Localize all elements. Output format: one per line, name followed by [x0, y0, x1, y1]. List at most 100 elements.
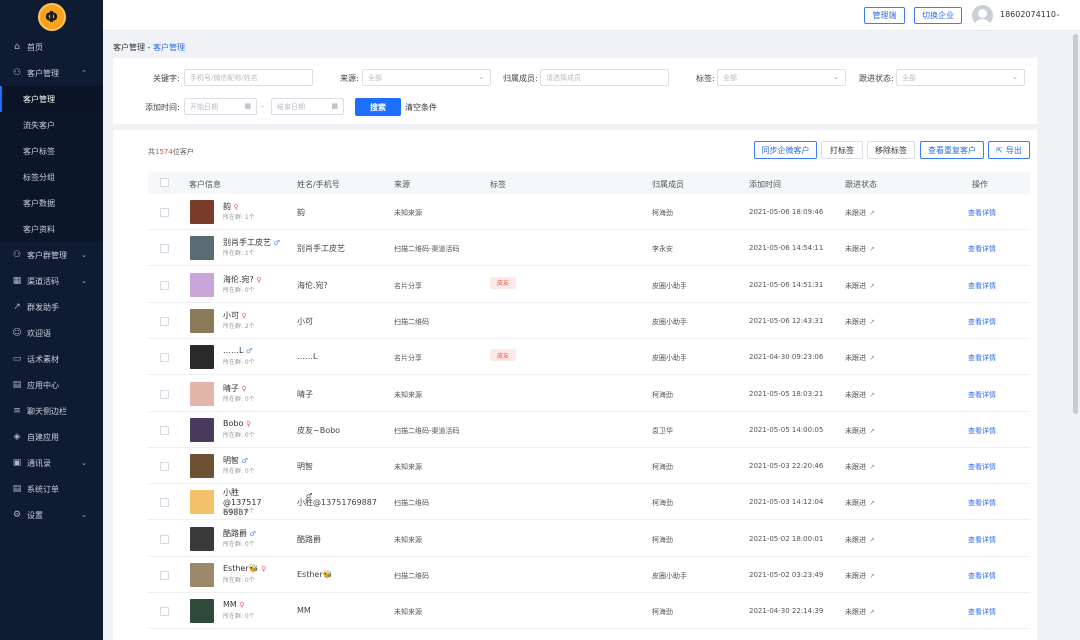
end-date-input[interactable]: 结束日期 ▦ [271, 98, 344, 115]
add-time: 2021-05-06 14:51:31 [749, 280, 824, 289]
customer-nickname[interactable]: 明智 ♂ [223, 455, 248, 466]
switch-enterprise-button[interactable]: 切换企业 [914, 7, 962, 24]
sidebar-item[interactable]: ↗ 群发助手 [0, 294, 103, 320]
view-detail-link[interactable]: 查看详情 [968, 353, 996, 363]
edit-icon[interactable]: ↗ [869, 391, 875, 399]
customer-nickname[interactable]: 别肖手工皮艺 ♂ [223, 237, 280, 248]
sidebar-item-label: 话术素材 [27, 354, 59, 364]
edit-icon[interactable]: ↗ [869, 282, 875, 290]
customer-nickname[interactable]: 韵 ♀ [223, 201, 239, 212]
table-row: 晴子 ♀ 所在群: 0个 晴子 未知来源 柯海劲 2021-05-05 18:03:21 未… [148, 376, 1030, 412]
edit-icon[interactable]: ↗ [869, 608, 875, 616]
customer-nickname[interactable]: MM ♀ [223, 600, 245, 609]
view-detail-link[interactable]: 查看详情 [968, 317, 996, 327]
view-detail-link[interactable]: 查看详情 [968, 244, 996, 254]
scrollbar[interactable] [1073, 34, 1078, 414]
row-checkbox[interactable] [160, 607, 169, 617]
breadcrumb-parent[interactable]: 客户管理 [113, 43, 145, 52]
customer-nickname[interactable]: Bobo ♀ [223, 419, 251, 428]
admin-button[interactable]: 管理端 [864, 7, 905, 24]
view-duplicates-button[interactable]: 查看重复客户 [920, 141, 984, 159]
sidebar-subitem[interactable]: 客户数据 [0, 190, 103, 216]
chevron-down-icon[interactable]: ⌄ [1055, 10, 1061, 18]
view-detail-link[interactable]: 查看详情 [968, 208, 996, 218]
row-checkbox[interactable] [160, 425, 169, 435]
add-time: 2021-05-03 22:20:46 [749, 462, 824, 471]
sidebar-item-customer-mgmt[interactable]: ⚇ 客户管理 ⌃ [0, 60, 103, 86]
view-detail-link[interactable]: 查看详情 [968, 498, 996, 508]
tag-button[interactable]: 打标签 [821, 141, 863, 159]
sidebar-item[interactable]: ▤ 系统订单 [0, 476, 103, 502]
customer-nickname[interactable]: Esther🐝 ♀ [223, 564, 266, 573]
row-checkbox[interactable] [160, 571, 169, 580]
sidebar-item-home[interactable]: ⌂ 首页 [0, 34, 103, 60]
customer-groups: 所在群: 0个 [223, 508, 255, 516]
sidebar-item[interactable]: ▦ 渠道活码 ⌄ [0, 268, 103, 294]
edit-icon[interactable]: ↗ [869, 572, 875, 580]
view-detail-link[interactable]: 查看详情 [968, 390, 996, 400]
start-date-input[interactable]: 开始日期 ▦ [184, 98, 257, 115]
customer-nickname[interactable]: 酷路爵 ♂ [223, 528, 256, 539]
edit-icon[interactable]: ↗ [869, 499, 875, 507]
view-detail-link[interactable]: 查看详情 [968, 571, 996, 581]
sidebar-subitem[interactable]: 客户资料 [0, 216, 103, 242]
cube-icon: ◈ [13, 432, 21, 442]
row-checkbox[interactable] [160, 389, 169, 399]
status-value: 全部 [902, 73, 916, 82]
sidebar-item[interactable]: ▭ 话术素材 [0, 346, 103, 372]
select-all-checkbox[interactable] [160, 178, 169, 187]
edit-icon[interactable]: ↗ [869, 209, 875, 217]
status-select[interactable]: 全部 ⌄ [896, 69, 1025, 86]
customer-nickname[interactable]: 小可 ♀ [223, 310, 247, 321]
sidebar-item[interactable]: ◈ 自建应用 [0, 424, 103, 450]
view-detail-link[interactable]: 查看详情 [968, 607, 996, 617]
row-checkbox[interactable] [160, 208, 169, 217]
edit-icon[interactable]: ↗ [869, 245, 875, 253]
sync-wecom-button[interactable]: 同步企微客户 [754, 141, 817, 159]
sidebar-item[interactable]: ⚇ 客户群管理 ⌄ [0, 242, 103, 268]
row-checkbox[interactable] [160, 353, 169, 363]
sidebar-item[interactable]: ▤ 应用中心 [0, 372, 103, 398]
table-header: 客户信息 姓名/手机号 来源 标签 归属成员 添加时间 跟进状态 操作 [148, 172, 1030, 194]
user-phone[interactable]: 18602074110 [1000, 10, 1056, 19]
keyword-input[interactable]: 手机号/微信昵称/姓名 [184, 69, 313, 86]
edit-icon[interactable]: ↗ [869, 463, 875, 471]
table-row: 别肖手工皮艺 ♂ 所在群: 1个 别肖手工皮艺 扫描二维码-渠道活码 李永安 2021-0… [148, 230, 1030, 267]
sidebar-subitem[interactable]: 标签分组 [0, 164, 103, 190]
tag-select[interactable]: 全部 ⌄ [717, 69, 846, 86]
edit-icon[interactable]: ↗ [869, 536, 875, 544]
customer-nickname[interactable]: 晴子 ♀ [223, 383, 247, 394]
view-detail-link[interactable]: 查看详情 [968, 426, 996, 436]
remove-tag-button[interactable]: 移除标签 [867, 141, 915, 159]
row-checkbox[interactable] [160, 244, 169, 254]
member-select[interactable]: 请选择成员 [540, 69, 669, 86]
customer-groups: 所在群: 0个 [223, 359, 255, 367]
sidebar-subitem[interactable]: 客户标签 [0, 138, 103, 164]
sidebar-item[interactable]: ☺ 欢迎语 [0, 320, 103, 346]
view-detail-link[interactable]: 查看详情 [968, 535, 996, 545]
row-checkbox[interactable] [160, 316, 169, 326]
sidebar-item[interactable]: ≡ 聊天侧边栏 [0, 398, 103, 424]
row-checkbox[interactable] [160, 498, 169, 508]
logo[interactable]: Φ [0, 0, 103, 34]
avatar[interactable] [972, 5, 993, 26]
source-select[interactable]: 全部 ⌄ [362, 69, 491, 86]
clear-filters-link[interactable]: 清空条件 [405, 102, 437, 113]
owner-member: 皮圈小助手 [652, 354, 687, 363]
sidebar-item[interactable]: ▣ 通讯录 ⌄ [0, 450, 103, 476]
export-button[interactable]: ⇱ 导出 [988, 141, 1030, 159]
edit-icon[interactable]: ↗ [869, 427, 875, 435]
view-detail-link[interactable]: 查看详情 [968, 281, 996, 291]
row-checkbox[interactable] [160, 280, 169, 290]
search-button[interactable]: 搜索 [355, 98, 401, 116]
view-detail-link[interactable]: 查看详情 [968, 462, 996, 472]
sidebar-subitem[interactable]: 流失客户 [0, 112, 103, 138]
row-checkbox[interactable] [160, 462, 169, 472]
sidebar-item[interactable]: ⚙ 设置 ⌄ [0, 502, 103, 528]
row-checkbox[interactable] [160, 534, 169, 544]
sidebar-subitem[interactable]: 客户管理 [0, 86, 103, 112]
edit-icon[interactable]: ↗ [869, 354, 875, 362]
customer-nickname[interactable]: 海伦.宛? ♀ [223, 274, 261, 285]
customer-nickname[interactable]: ……L ♂ [223, 346, 252, 355]
edit-icon[interactable]: ↗ [869, 318, 875, 326]
